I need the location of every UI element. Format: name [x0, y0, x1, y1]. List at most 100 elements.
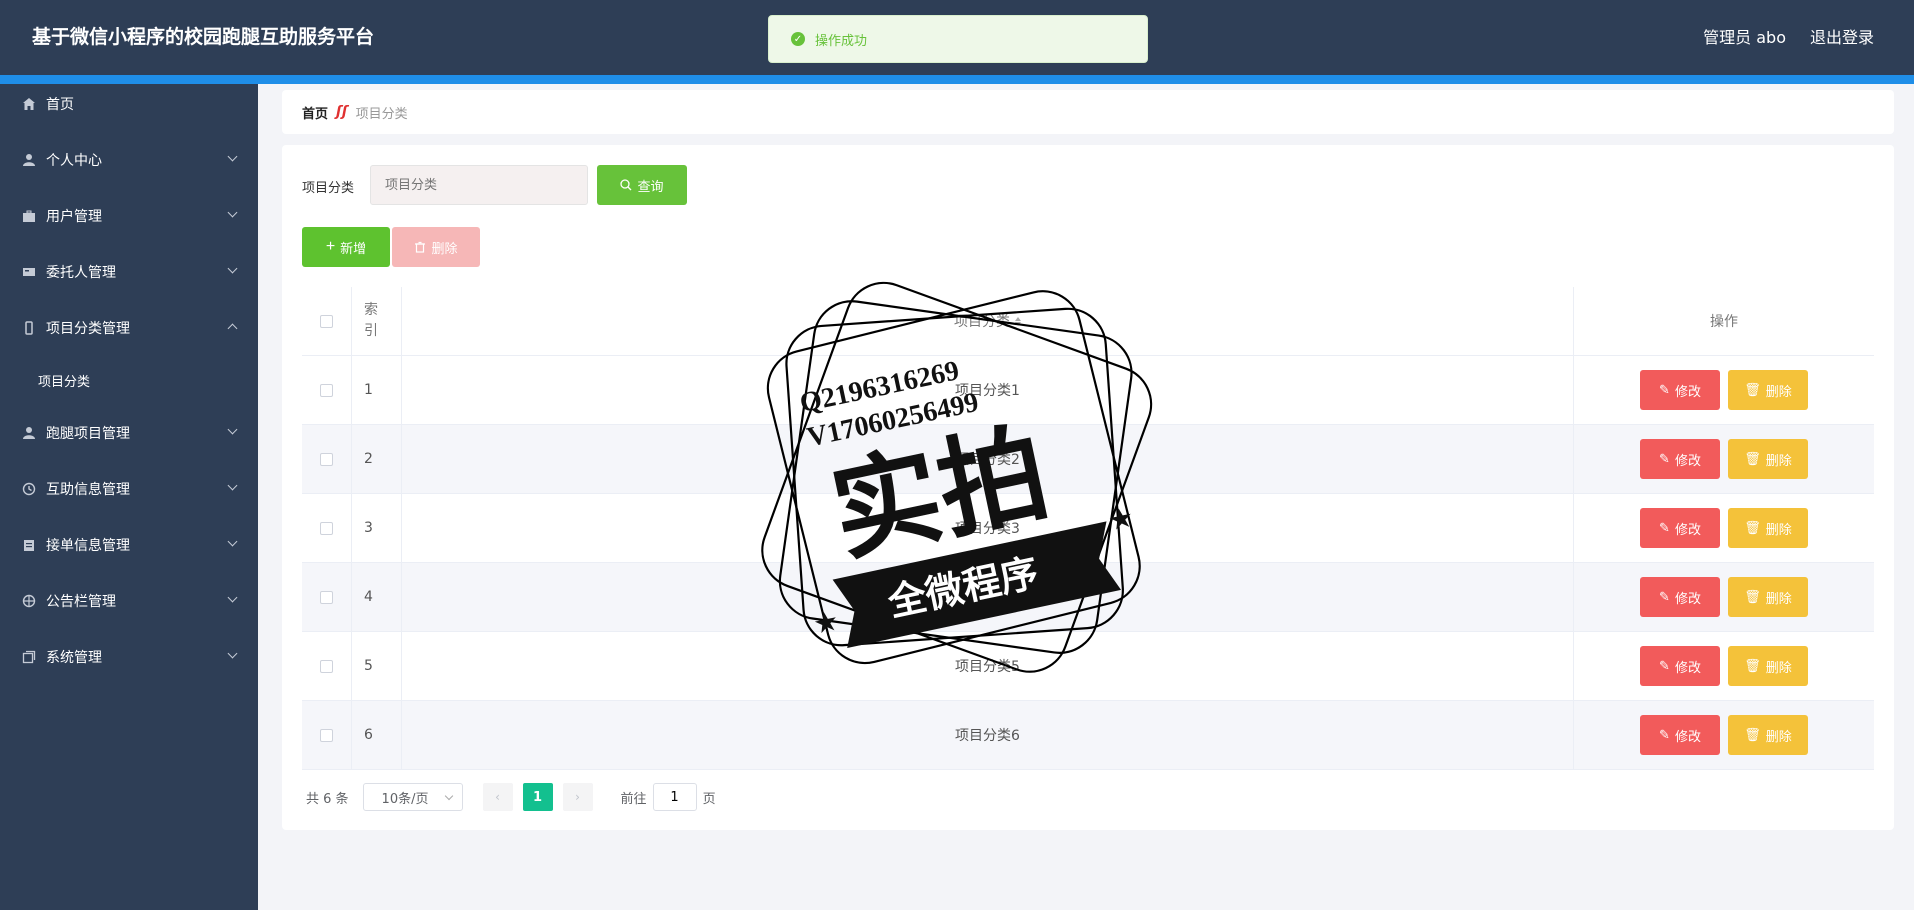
main-panel: 项目分类 查询 + 新增 删除 索引 项目分类 操作 1 项目分类1 ✎修改 — [282, 145, 1894, 830]
trash-icon — [415, 241, 426, 253]
row-checkbox[interactable] — [320, 452, 333, 466]
success-toast: ✓ 操作成功 — [768, 15, 1148, 63]
row-checkbox[interactable] — [320, 521, 333, 535]
sidebar-item-notices[interactable]: 公告栏管理 — [0, 581, 258, 621]
user-icon — [22, 153, 36, 167]
sidebar-item-label: 跑腿项目管理 — [46, 426, 130, 442]
edit-button[interactable]: ✎ 修改 — [1640, 508, 1720, 548]
pencil-icon: ✎ — [1659, 382, 1670, 398]
sidebar-item-label: 用户管理 — [46, 209, 102, 225]
row-checkbox[interactable] — [320, 659, 333, 673]
pagination: 共 6 条 10条/页 ‹ 1 › 前往 页 — [306, 783, 716, 811]
sidebar-item-label: 个人中心 — [46, 153, 102, 169]
add-button[interactable]: + 新增 — [302, 227, 390, 267]
page-number-current[interactable]: 1 — [522, 783, 553, 811]
row-index: 2 — [352, 425, 402, 493]
sidebar-item-label: 委托人管理 — [46, 265, 116, 281]
trash-icon: 🗑 — [1744, 589, 1761, 605]
row-name: 项目分类6 — [402, 701, 1574, 769]
select-all-cell — [302, 287, 352, 355]
pencil-icon: ✎ — [1659, 451, 1670, 467]
table-row: 2 项目分类2 ✎ 修改 🗑 删除 — [302, 425, 1874, 494]
sidebar-item-system[interactable]: 系统管理 — [0, 637, 258, 677]
edit-button[interactable]: ✎ 修改 — [1640, 370, 1720, 410]
trash-icon: 🗑 — [1744, 451, 1761, 467]
target-icon — [22, 594, 36, 608]
add-button-label: 新增 — [340, 240, 367, 256]
goto-page-input[interactable] — [652, 783, 697, 811]
row-name: 项目分类4 — [402, 563, 1574, 631]
delete-button[interactable]: 🗑 删除 — [1728, 508, 1808, 548]
sidebar-item-orders[interactable]: 接单信息管理 — [0, 525, 258, 565]
table-header-row: 索引 项目分类 操作 — [302, 287, 1874, 356]
chevron-down-icon — [227, 536, 238, 547]
sidebar-item-category-mgmt[interactable]: 项目分类管理 — [0, 308, 258, 348]
sort-icon[interactable] — [1015, 316, 1021, 326]
row-name: 项目分类1 — [402, 356, 1574, 424]
sidebar-item-label: 系统管理 — [46, 650, 102, 666]
row-index: 3 — [352, 494, 402, 562]
sidebar-item-mutual-info[interactable]: 互助信息管理 — [0, 469, 258, 509]
phone-icon — [22, 321, 36, 335]
search-input[interactable] — [370, 165, 588, 205]
batch-delete-button[interactable]: 删除 — [392, 227, 480, 267]
delete-button[interactable]: 🗑 删除 — [1728, 577, 1808, 617]
delete-button[interactable]: 🗑 删除 — [1728, 439, 1808, 479]
clock-icon — [22, 482, 36, 496]
sidebar-item-errand-mgmt[interactable]: 跑腿项目管理 — [0, 413, 258, 453]
row-name: 项目分类2 — [402, 425, 1574, 493]
pencil-icon: ✎ — [1659, 727, 1670, 743]
select-all-checkbox[interactable] — [320, 314, 333, 328]
current-user[interactable]: 管理员 abo — [1703, 24, 1786, 48]
chevron-down-icon — [444, 791, 453, 801]
header-ops: 操作 — [1710, 314, 1738, 330]
logout-link[interactable]: 退出登录 — [1810, 24, 1874, 48]
table-row: 4 项目分类4 ✎ 修改 🗑 删除 — [302, 563, 1874, 632]
row-checkbox[interactable] — [320, 590, 333, 604]
row-index: 4 — [352, 563, 402, 631]
row-checkbox[interactable] — [320, 728, 333, 742]
row-index: 5 — [352, 632, 402, 700]
delete-button[interactable]: 🗑 删除 — [1728, 370, 1808, 410]
goto-prefix: 前往 — [620, 791, 647, 807]
sidebar-item-clients[interactable]: 委托人管理 — [0, 252, 258, 292]
sidebar-item-label: 首页 — [46, 97, 74, 113]
sidebar-subitem-label: 项目分类 — [38, 374, 91, 390]
briefcase-icon — [22, 209, 36, 223]
search-icon — [620, 179, 632, 191]
chevron-down-icon — [227, 263, 238, 274]
sidebar-subitem-category[interactable]: 项目分类 — [0, 360, 258, 400]
breadcrumb-home[interactable]: 首页 — [302, 103, 328, 122]
pencil-icon: ✎ — [1659, 589, 1670, 605]
trash-icon: 🗑 — [1744, 382, 1761, 398]
toast-message: 操作成功 — [815, 33, 868, 49]
edit-button[interactable]: ✎ 修改 — [1640, 439, 1720, 479]
query-button[interactable]: 查询 — [597, 165, 687, 205]
header-name[interactable]: 项目分类 — [402, 287, 1574, 355]
edit-button[interactable]: ✎ 修改 — [1640, 715, 1720, 755]
page-size-select[interactable]: 10条/页 — [362, 783, 463, 811]
sidebar-item-label: 项目分类管理 — [46, 321, 130, 337]
row-checkbox[interactable] — [320, 383, 333, 397]
row-index: 6 — [352, 701, 402, 769]
sidebar-item-personal[interactable]: 个人中心 — [0, 140, 258, 180]
edit-button[interactable]: ✎ 修改 — [1640, 646, 1720, 686]
person-icon — [22, 426, 36, 440]
sidebar-item-users[interactable]: 用户管理 — [0, 196, 258, 236]
table-row: 5 项目分类5 ✎ 修改 🗑 删除 — [302, 632, 1874, 701]
delete-button[interactable]: 🗑 删除 — [1728, 646, 1808, 686]
trash-icon: 🗑 — [1744, 727, 1761, 743]
search-label: 项目分类 — [302, 181, 355, 196]
row-name: 项目分类3 — [402, 494, 1574, 562]
chevron-down-icon — [227, 151, 238, 162]
goto-suffix: 页 — [702, 791, 716, 807]
trash-icon: 🗑 — [1744, 658, 1761, 674]
next-page-button[interactable]: › — [562, 783, 593, 811]
table-row: 1 项目分类1 ✎ 修改 🗑 删除 — [302, 356, 1874, 425]
sidebar-item-home[interactable]: 首页 — [0, 84, 258, 124]
edit-button[interactable]: ✎ 修改 — [1640, 577, 1720, 617]
delete-button[interactable]: 🗑 删除 — [1728, 715, 1808, 755]
chevron-down-icon — [227, 648, 238, 659]
header-user-area: 管理员 abo 退出登录 — [1703, 24, 1874, 48]
prev-page-button[interactable]: ‹ — [482, 783, 513, 811]
